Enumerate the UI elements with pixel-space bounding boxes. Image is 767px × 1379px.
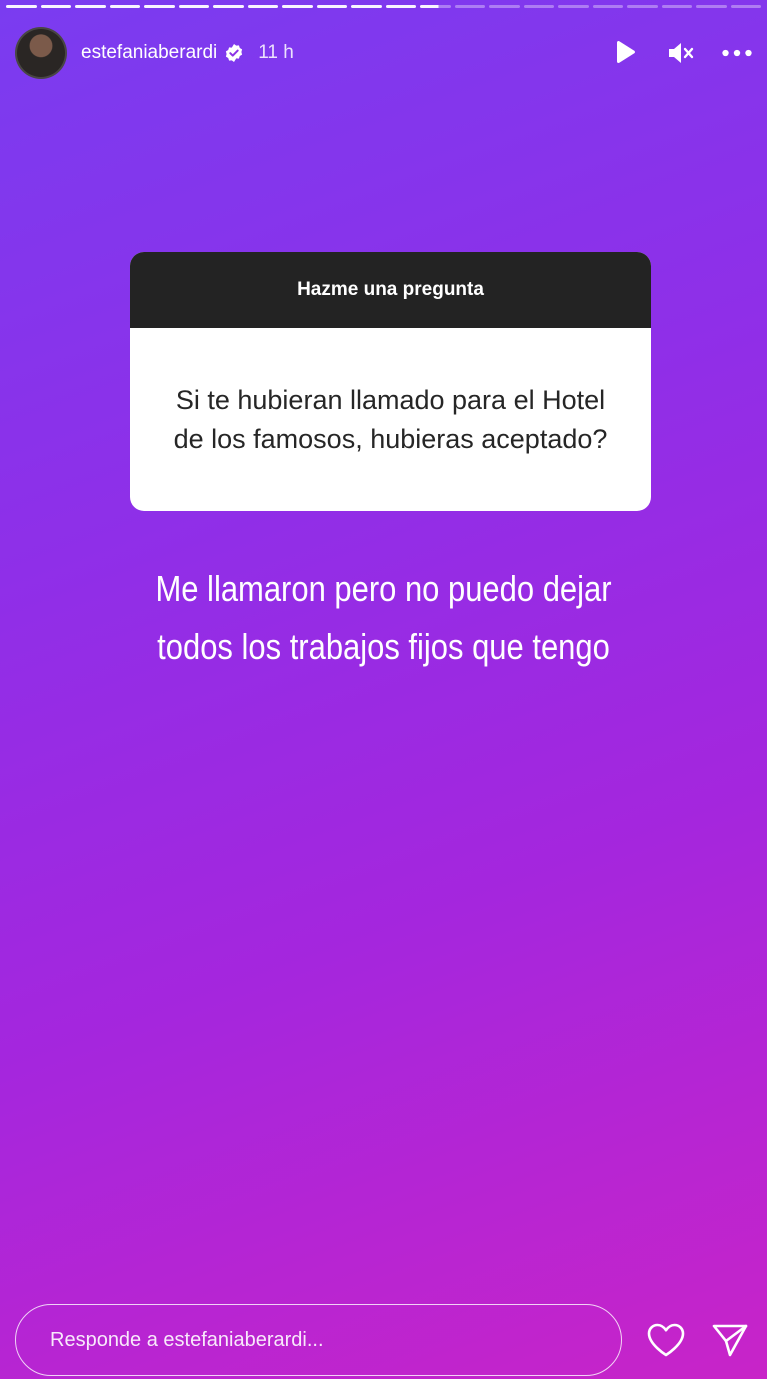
story-progress-segment xyxy=(523,5,554,8)
answer-line-1: Me llamaron pero no puedo dejar xyxy=(155,568,612,609)
story-progress-segment xyxy=(316,5,347,8)
story-progress-segment xyxy=(454,5,485,8)
play-icon[interactable] xyxy=(610,38,640,68)
story-progress-segment xyxy=(75,5,106,8)
avatar[interactable] xyxy=(15,27,67,79)
story-progress-segment xyxy=(282,5,313,8)
story-progress-segment xyxy=(592,5,623,8)
more-icon[interactable] xyxy=(722,38,752,68)
story-progress-segment xyxy=(213,5,244,8)
story-progress-segment xyxy=(351,5,382,8)
username[interactable]: estefaniaberardi xyxy=(81,42,217,64)
story-progress-segment xyxy=(730,5,761,8)
story-progress-segment xyxy=(247,5,278,8)
answer-text: Me llamaron pero no puedo dejar todos lo… xyxy=(105,560,661,676)
story-progress-segment xyxy=(144,5,175,8)
story-footer: Responde a estefaniaberardi... xyxy=(15,1304,752,1376)
story-progress-segment xyxy=(558,5,589,8)
story-progress-segment xyxy=(385,5,416,8)
story-progress-bar xyxy=(6,5,761,8)
question-sticker[interactable]: Hazme una pregunta Si te hubieran llamad… xyxy=(130,252,651,511)
reply-placeholder: Responde a estefaniaberardi... xyxy=(50,1328,324,1351)
story-progress-segment xyxy=(178,5,209,8)
send-icon[interactable] xyxy=(708,1318,752,1362)
heart-icon[interactable] xyxy=(644,1318,688,1362)
story-progress-segment xyxy=(6,5,37,8)
story-progress-segment xyxy=(627,5,658,8)
answer-line-2: todos los trabajos fijos que tengo xyxy=(157,626,610,667)
story-progress-segment xyxy=(489,5,520,8)
verified-badge-icon xyxy=(224,43,244,63)
story-progress-segment xyxy=(40,5,71,8)
question-text: Si te hubieran llamado para el Hotel de … xyxy=(173,384,608,454)
reply-input[interactable]: Responde a estefaniaberardi... xyxy=(15,1304,623,1376)
story-progress-segment xyxy=(109,5,140,8)
question-sticker-title: Hazme una pregunta xyxy=(130,252,651,328)
story-progress-segment xyxy=(420,5,451,8)
story-progress-segment xyxy=(696,5,727,8)
post-time: 11 h xyxy=(258,42,294,63)
story-progress-segment xyxy=(661,5,692,8)
mute-icon[interactable] xyxy=(666,38,696,68)
story-header: estefaniaberardi 11 h xyxy=(15,26,752,80)
